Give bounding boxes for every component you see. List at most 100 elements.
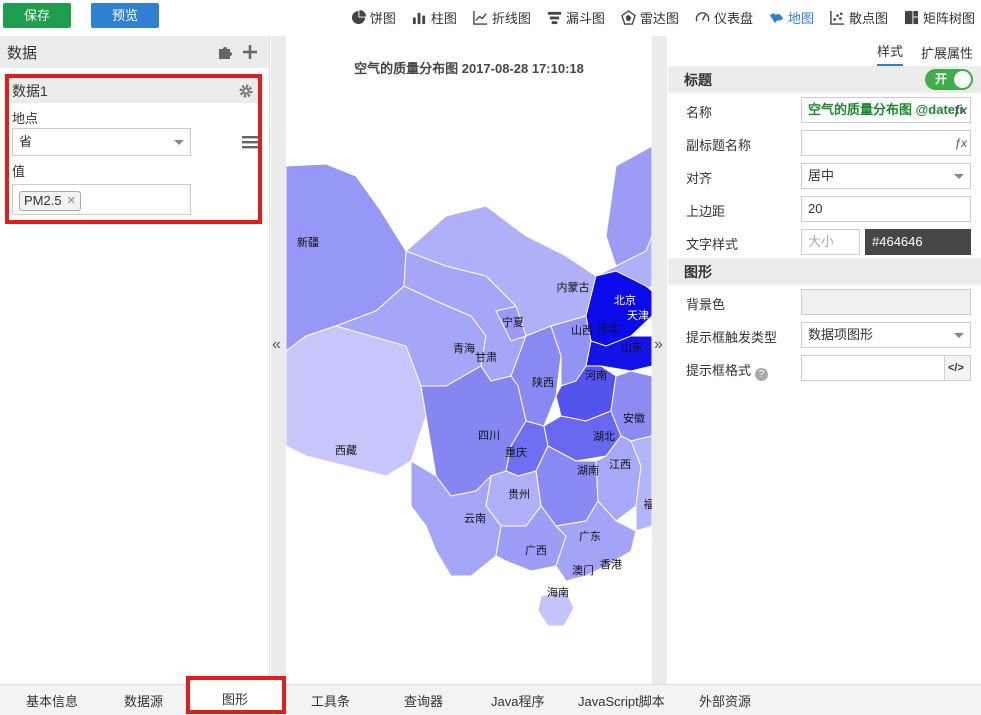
pie-chart-icon	[351, 9, 366, 24]
menu-icon[interactable]	[242, 136, 258, 149]
tab-external[interactable]: 外部资源	[699, 691, 751, 710]
align-label: 对齐	[686, 171, 713, 186]
map-label: 湖北	[593, 430, 615, 443]
tab-java[interactable]: Java程序	[491, 691, 544, 710]
chart-type-gauge[interactable]: 仪表盘	[695, 8, 753, 27]
chart-type-map[interactable]: 地图	[769, 8, 814, 27]
toggle-label: 开	[935, 72, 948, 86]
chart-type-funnel[interactable]: 漏斗图	[547, 8, 605, 27]
map-label: 新疆	[297, 235, 319, 249]
map-label: 内蒙古	[557, 280, 590, 294]
location-label: 地点	[12, 111, 39, 126]
gauge-chart-icon	[695, 11, 710, 22]
code-editor-button[interactable]: </>	[944, 355, 971, 381]
dataset-name: 数据1	[12, 82, 48, 99]
bottom-tab-bar: 基本信息 数据源 工具条 查询器 Java程序 JavaScript脚本 外部资…	[0, 684, 981, 715]
chart-type-radar[interactable]: 雷达图	[621, 8, 679, 27]
tooltip-trigger-select[interactable]: 数据项图形	[801, 322, 971, 348]
font-size-placeholder: 大小	[808, 234, 835, 249]
line-chart-icon	[473, 10, 487, 25]
chart-type-line[interactable]: 折线图	[473, 8, 531, 27]
add-icon[interactable]	[241, 43, 259, 61]
bar-chart-icon	[412, 12, 425, 24]
tab-graphic[interactable]: 图形	[186, 676, 286, 714]
properties-tabs: 样式 扩展属性	[668, 36, 981, 66]
puzzle-icon[interactable]	[217, 44, 233, 60]
chart-type-bar[interactable]: 柱图	[412, 8, 457, 27]
chart-type-label: 漏斗图	[565, 10, 605, 26]
collapse-right-icon[interactable]: »	[654, 336, 663, 354]
close-icon[interactable]: ✕	[67, 192, 76, 210]
title-toggle[interactable]: 开	[925, 69, 973, 90]
map-label: 宁夏	[502, 315, 524, 329]
tooltip-format-input[interactable]	[801, 355, 945, 381]
name-input[interactable]: 空气的质量分布图 @dateti ƒx	[801, 97, 971, 123]
graphic-section-label: 图形	[684, 263, 712, 280]
map-label: 湖南	[577, 464, 599, 477]
chart-type-bar: 饼图 柱图 折线图 漏斗图 雷达图 仪表盘 地图 散点图 矩阵树图	[335, 0, 975, 34]
align-select[interactable]: 居中	[801, 163, 971, 189]
preview-area: « » 空气的质量分布图 2017-08-28 17:10:18 新疆 西藏 青…	[271, 36, 667, 684]
map-label: 云南	[464, 512, 486, 525]
tab-toolbar[interactable]: 工具条	[311, 691, 350, 710]
chart-type-pie[interactable]: 饼图	[351, 8, 396, 27]
formula-icon[interactable]: ƒx	[954, 98, 967, 122]
map-label: 澳门	[572, 563, 594, 577]
data-panel-header: 数据	[0, 36, 269, 68]
data-panel-title: 数据	[7, 44, 38, 62]
chart-type-treemap[interactable]: 矩阵树图	[904, 8, 975, 27]
textstyle-label: 文字样式	[686, 237, 739, 252]
dataset-card-header: 数据1	[9, 78, 258, 103]
tab-query[interactable]: 查询器	[404, 691, 443, 710]
map-label: 江西	[609, 458, 631, 471]
chart-type-label: 柱图	[430, 10, 457, 26]
collapse-left-icon[interactable]: «	[272, 336, 281, 354]
dataset-card: 数据1 地点 省 值 PM2.5 ✕	[5, 74, 262, 224]
tab-basic-info[interactable]: 基本信息	[26, 691, 78, 710]
map-label: 陕西	[532, 375, 554, 389]
location-select[interactable]: 省	[12, 128, 191, 156]
title-section: 标题 开	[668, 66, 981, 93]
tab-style[interactable]: 样式	[876, 41, 903, 66]
scatter-chart-icon	[830, 10, 845, 25]
align-row: 对齐 居中	[668, 159, 981, 192]
tab-javascript[interactable]: JavaScript脚本	[578, 691, 665, 710]
map-label: 青海	[453, 341, 475, 355]
name-row: 名称 空气的质量分布图 @dateti ƒx	[668, 93, 981, 126]
tooltip-format-row: 提示框格式? </>	[668, 351, 981, 384]
map-label: 甘肃	[475, 351, 497, 364]
text-color-value: #464646	[872, 234, 923, 249]
tab-datasource[interactable]: 数据源	[124, 691, 163, 710]
tooltip-trigger-row: 提示框触发类型 数据项图形	[668, 318, 981, 351]
properties-panel: 样式 扩展属性 标题 开 名称 空气的质量分布图 @dateti ƒx 副标题名…	[668, 36, 981, 684]
map-label: 山东	[621, 341, 643, 354]
subtitle-label: 副标题名称	[686, 138, 752, 153]
map-label: 贵州	[508, 488, 530, 501]
map-label: 广西	[525, 544, 547, 557]
font-size-input[interactable]: 大小	[801, 229, 860, 255]
tooltip-format-label-wrap: 提示框格式?	[686, 360, 769, 381]
chart-type-label: 仪表盘	[713, 10, 753, 26]
subtitle-row: 副标题名称 ƒx	[668, 126, 981, 159]
radar-chart-icon	[621, 9, 636, 25]
margin-input[interactable]: 20	[801, 196, 971, 222]
formula-icon[interactable]: ƒx	[954, 131, 967, 155]
help-icon[interactable]: ?	[755, 368, 769, 381]
subtitle-input[interactable]: ƒx	[801, 130, 971, 156]
chart-type-label: 折线图	[491, 10, 531, 26]
value-label: 值	[12, 164, 26, 179]
tooltip-trigger-label: 提示框触发类型	[686, 330, 778, 345]
bg-color-input[interactable]	[801, 289, 971, 315]
map-label: 安徽	[623, 411, 645, 425]
margin-row: 上边距 20	[668, 192, 981, 225]
chart-type-scatter[interactable]: 散点图	[830, 8, 888, 27]
name-label: 名称	[686, 105, 713, 120]
tab-extended[interactable]: 扩展属性	[921, 43, 973, 66]
preview-button[interactable]: 预览	[91, 3, 159, 28]
value-field[interactable]: PM2.5 ✕	[12, 184, 191, 215]
text-color-input[interactable]: #464646	[865, 229, 971, 255]
chevron-down-icon	[174, 140, 184, 145]
chevron-down-icon	[954, 174, 964, 179]
save-button[interactable]: 保存	[3, 3, 71, 28]
gear-icon[interactable]	[238, 83, 254, 99]
